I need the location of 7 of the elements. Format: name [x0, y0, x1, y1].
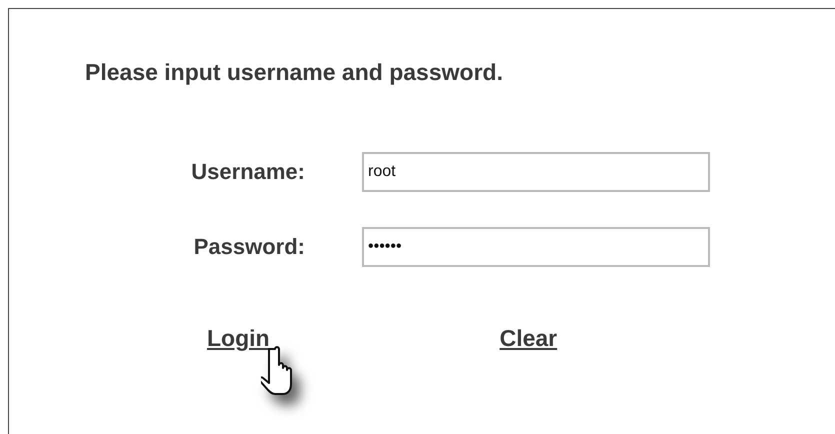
- input-field[interactable]: ••••••: [362, 227, 710, 267]
- link[interactable]: Clear: [500, 325, 558, 352]
- field-label: Username:: [191, 159, 305, 185]
- form-heading: Please input username and password.: [85, 59, 503, 86]
- field-label: Password:: [194, 234, 305, 260]
- link[interactable]: Login: [207, 325, 270, 352]
- input-field[interactable]: root: [362, 152, 710, 192]
